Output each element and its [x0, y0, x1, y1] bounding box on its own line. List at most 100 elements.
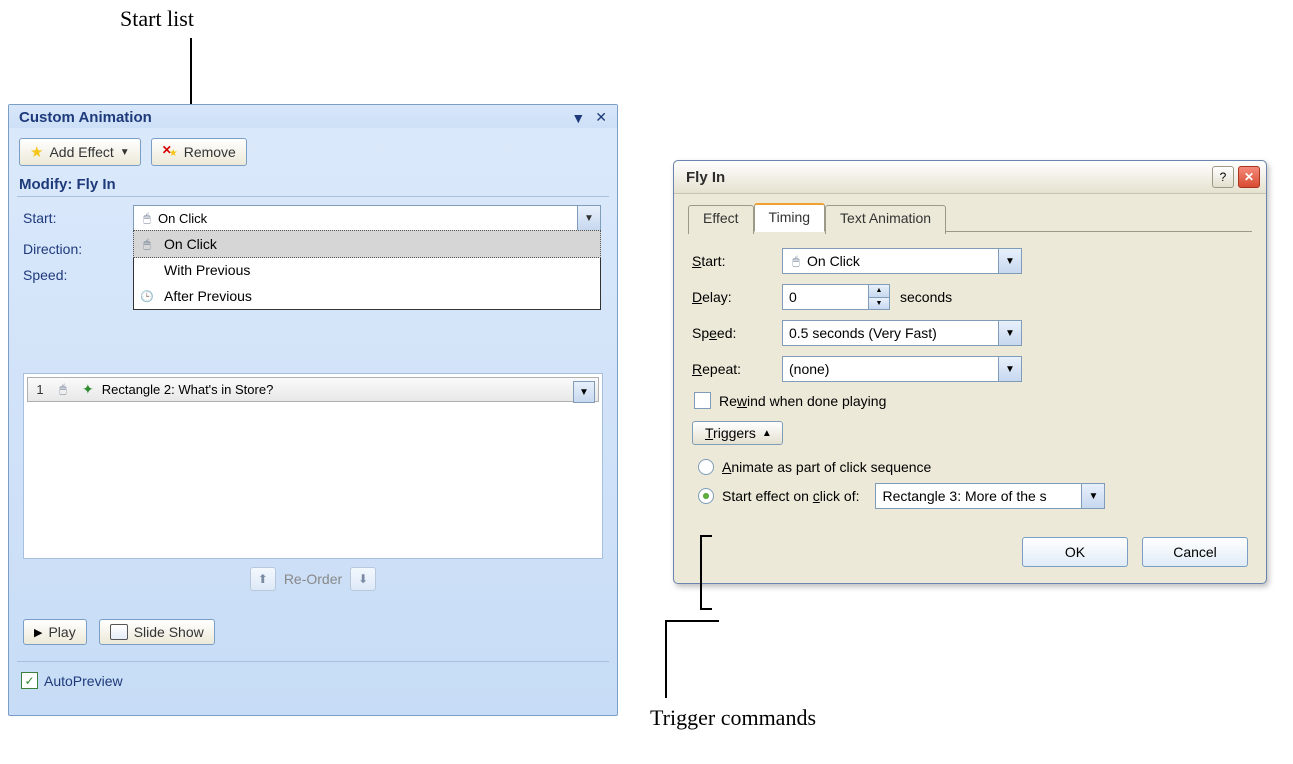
help-button[interactable]: ?	[1212, 166, 1234, 188]
repeat-row: Repeat: (none) ▼	[692, 356, 1248, 382]
callout-line	[665, 620, 719, 622]
animation-item-label: Rectangle 2: What's in Store?	[102, 382, 274, 397]
start-row: Start: 🖱 On Click ▼	[692, 248, 1248, 274]
radio-seq-label: Animate as part of click sequence	[722, 459, 931, 475]
tab-strip: Effect Timing Text Animation	[688, 202, 1252, 232]
dialog-title: Fly In	[686, 169, 725, 186]
clock-icon: 🕒	[140, 289, 154, 303]
animation-list: 1 🖱 ✦ Rectangle 2: What's in Store? ▼	[23, 373, 603, 559]
callout-line	[665, 620, 667, 698]
fly-in-dialog: Fly In ? ✕ Effect Timing Text Animation …	[673, 160, 1267, 584]
ok-button[interactable]: OK	[1022, 537, 1128, 567]
effect-icon: ✦	[82, 381, 94, 398]
divider	[17, 661, 609, 662]
start-dropdown-list: 🖱 On Click With Previous 🕒 After Previou…	[133, 230, 601, 310]
pane-menu-icon[interactable]: ▼	[569, 110, 587, 126]
cancel-button[interactable]: Cancel	[1142, 537, 1248, 567]
star-icon: ★	[30, 143, 43, 161]
chevron-down-icon[interactable]: ▼	[577, 206, 600, 230]
start-combo[interactable]: 🖱 On Click ▼	[133, 205, 601, 231]
pane-header: Custom Animation ▼ ✕	[9, 105, 617, 128]
close-button[interactable]: ✕	[1238, 166, 1260, 188]
spinner-down-icon[interactable]: ▼	[869, 298, 889, 310]
rewind-label: Rewind when done playing	[719, 393, 886, 409]
item-menu-icon[interactable]: ▼	[573, 381, 595, 403]
click-of-value: Rectangle 3: More of the s	[882, 488, 1046, 504]
custom-animation-pane: Custom Animation ▼ ✕ ★ Add Effect ▼ Remo…	[8, 104, 618, 716]
play-icon: ▶	[34, 626, 42, 639]
sequence-number: 1	[32, 382, 48, 397]
radio-animate-sequence[interactable]: Animate as part of click sequence	[698, 459, 1248, 475]
rewind-row: Rewind when done playing	[694, 392, 1248, 409]
pane-header-controls: ▼ ✕	[569, 109, 609, 126]
add-effect-label: Add Effect	[49, 144, 113, 160]
reorder-up-button[interactable]: ⬆	[250, 567, 276, 591]
delay-spinner[interactable]: 0 ▲ ▼	[782, 284, 890, 310]
dlg-repeat-label: Repeat:	[692, 361, 782, 377]
spinner-buttons[interactable]: ▲ ▼	[868, 285, 889, 309]
speed-row: Speed: 0.5 seconds (Very Fast) ▼	[692, 320, 1248, 346]
collapse-icon: ▲	[762, 428, 772, 439]
chevron-down-icon[interactable]: ▼	[998, 357, 1021, 381]
start-option-after-previous[interactable]: 🕒 After Previous	[134, 283, 600, 309]
autopreview-row: ✓ AutoPreview	[9, 668, 617, 697]
spinner-up-icon[interactable]: ▲	[869, 285, 889, 298]
tab-timing[interactable]: Timing	[754, 203, 826, 232]
reorder-bar: ⬆ Re-Order ⬇	[9, 567, 617, 591]
timing-panel: Start: 🖱 On Click ▼ Delay: 0 ▲ ▼ se	[688, 242, 1252, 521]
bottom-toolbar: ▶ Play Slide Show	[9, 591, 617, 655]
add-effect-button[interactable]: ★ Add Effect ▼	[19, 138, 141, 166]
chevron-down-icon[interactable]: ▼	[1081, 484, 1104, 508]
slideshow-button[interactable]: Slide Show	[99, 619, 215, 645]
autopreview-checkbox[interactable]: ✓	[21, 672, 38, 689]
radio-start-on-click-of[interactable]: Start effect on click of: Rectangle 3: M…	[698, 483, 1248, 509]
dialog-footer: OK Cancel	[688, 521, 1252, 569]
mouse-icon: 🖱	[140, 211, 154, 225]
dlg-repeat-value: (none)	[789, 361, 829, 377]
chevron-down-icon[interactable]: ▼	[998, 321, 1021, 345]
mouse-icon: 🖱	[140, 237, 154, 251]
speed-label: Speed:	[23, 267, 133, 283]
tab-text-animation[interactable]: Text Animation	[825, 205, 946, 234]
radio-click-of-label: Start effect on click of:	[722, 488, 859, 504]
dlg-speed-value: 0.5 seconds (Very Fast)	[789, 325, 937, 341]
option-label: After Previous	[164, 288, 252, 304]
delay-value: 0	[789, 289, 797, 305]
tab-effect[interactable]: Effect	[688, 205, 754, 234]
animation-list-item[interactable]: 1 🖱 ✦ Rectangle 2: What's in Store? ▼	[27, 377, 599, 402]
direction-label: Direction:	[23, 241, 133, 257]
play-button[interactable]: ▶ Play	[23, 619, 87, 645]
chevron-down-icon[interactable]: ▼	[998, 249, 1021, 273]
dlg-start-value: On Click	[807, 253, 860, 269]
start-combo-wrap: 🖱 On Click ▼ 🖱 On Click With Previous 🕒 …	[133, 205, 601, 231]
dlg-speed-label: Speed:	[692, 325, 782, 341]
start-option-with-previous[interactable]: With Previous	[134, 257, 600, 283]
radio-on-icon[interactable]	[698, 488, 714, 504]
click-of-combo[interactable]: Rectangle 3: More of the s ▼	[875, 483, 1105, 509]
dlg-speed-combo[interactable]: 0.5 seconds (Very Fast) ▼	[782, 320, 1022, 346]
pane-title: Custom Animation	[19, 109, 152, 126]
dlg-repeat-combo[interactable]: (none) ▼	[782, 356, 1022, 382]
rewind-checkbox[interactable]	[694, 392, 711, 409]
slideshow-label: Slide Show	[134, 624, 204, 640]
remove-button[interactable]: Remove	[151, 138, 247, 166]
callout-line	[700, 535, 702, 610]
dlg-start-combo[interactable]: 🖱 On Click ▼	[782, 248, 1022, 274]
start-label: Start:	[23, 210, 133, 226]
dlg-delay-label: Delay:	[692, 289, 782, 305]
radio-off-icon[interactable]	[698, 459, 714, 475]
triggers-button[interactable]: Triggers ▲	[692, 421, 783, 445]
reorder-down-button[interactable]: ⬇	[350, 567, 376, 591]
start-option-on-click[interactable]: 🖱 On Click	[133, 230, 601, 258]
callout-start-list: Start list	[120, 6, 194, 32]
mouse-icon: 🖱	[789, 254, 803, 268]
option-label: With Previous	[164, 262, 250, 278]
pane-close-icon[interactable]: ✕	[593, 109, 609, 126]
dlg-start-label: Start:	[692, 253, 782, 269]
start-combo-value: On Click	[158, 211, 207, 226]
remove-icon	[162, 145, 178, 159]
dialog-body: Effect Timing Text Animation Start: 🖱 On…	[674, 194, 1266, 583]
reorder-label: Re-Order	[284, 571, 342, 587]
autopreview-label: AutoPreview	[44, 673, 123, 689]
slideshow-icon	[110, 624, 128, 640]
